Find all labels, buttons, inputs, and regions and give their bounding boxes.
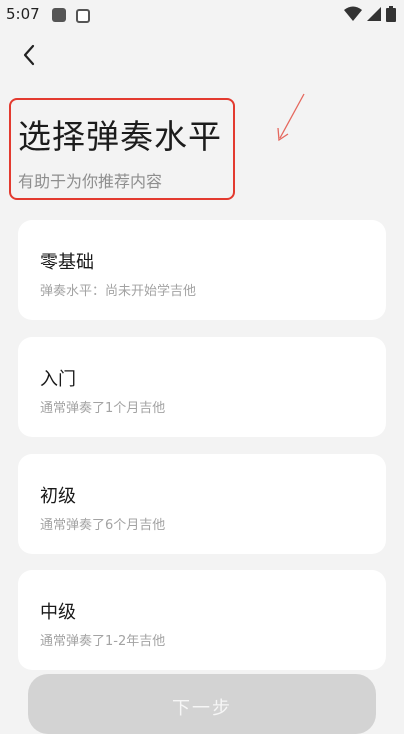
option-card-beginner-zero[interactable]: 零基础 弹奏水平：尚未开始学吉他 <box>18 220 386 320</box>
option-title: 零基础 <box>40 252 94 273</box>
page-subtitle: 有助于为你推荐内容 <box>18 172 163 191</box>
option-desc: 通常弹奏了6个月吉他 <box>40 518 166 533</box>
status-indicators <box>344 6 396 22</box>
option-card-elementary[interactable]: 初级 通常弹奏了6个月吉他 <box>18 454 386 554</box>
annotation-arrow-icon <box>277 93 305 142</box>
next-button-label: 下一步 <box>172 698 232 719</box>
page-title: 选择弹奏水平 <box>18 117 222 156</box>
option-desc: 弹奏水平：尚未开始学吉他 <box>40 284 197 299</box>
status-time: 5:07 <box>6 5 40 23</box>
option-desc: 通常弹奏了1个月吉他 <box>40 401 166 416</box>
chevron-left-icon <box>23 44 35 66</box>
wifi-icon <box>344 6 362 21</box>
a-badge-icon <box>76 9 90 23</box>
next-button[interactable]: 下一步 <box>28 674 376 734</box>
signal-icon <box>367 7 381 21</box>
option-card-intermediate[interactable]: 中级 通常弹奏了1-2年吉他 <box>18 570 386 670</box>
option-desc: 通常弹奏了1-2年吉他 <box>40 634 166 649</box>
option-title: 入门 <box>40 369 76 390</box>
status-bar: 5:07 <box>0 0 404 30</box>
battery-icon <box>386 6 396 22</box>
option-title: 初级 <box>40 486 76 507</box>
app-notification-icon <box>52 8 66 22</box>
back-button[interactable] <box>14 40 44 70</box>
option-title: 中级 <box>40 602 76 623</box>
option-card-entry[interactable]: 入门 通常弹奏了1个月吉他 <box>18 337 386 437</box>
